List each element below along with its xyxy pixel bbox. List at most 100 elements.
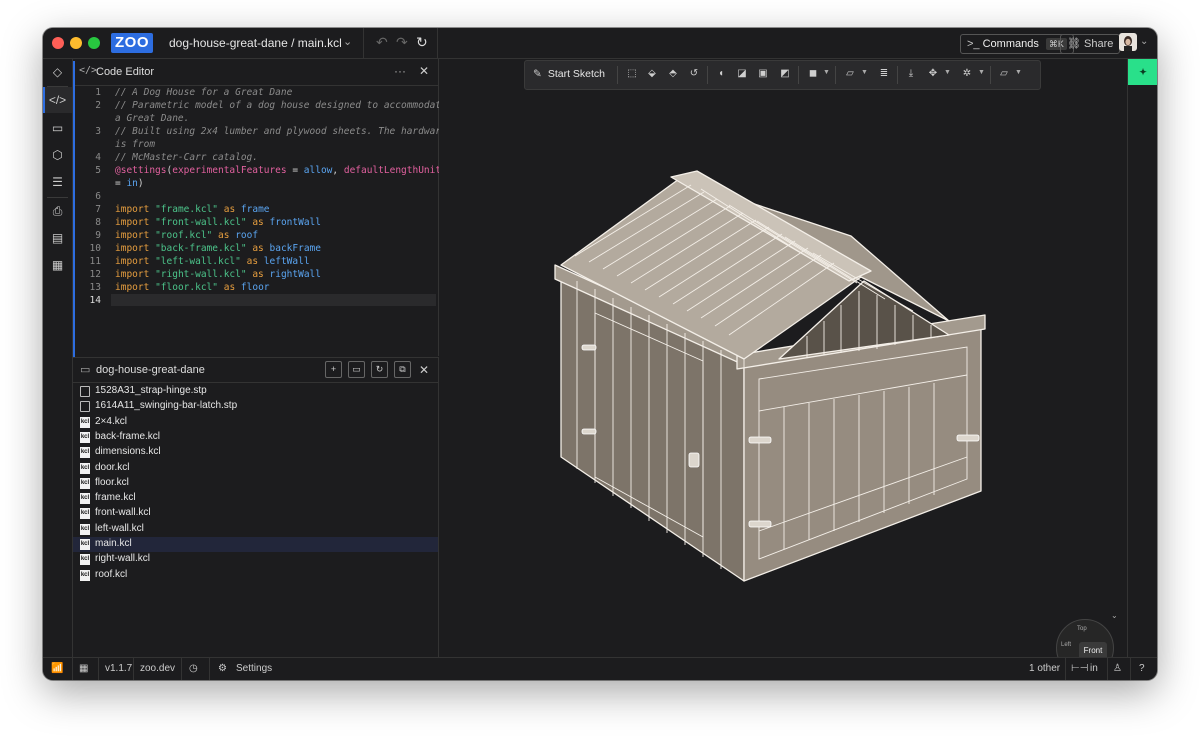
avatar[interactable]	[1119, 33, 1137, 51]
code-text: = in)	[115, 178, 435, 190]
refresh-icon[interactable]: ↻	[371, 361, 388, 378]
divider	[1107, 658, 1108, 680]
text-to-cad-icon[interactable]: ✦	[1128, 59, 1157, 85]
identifier-token: floor	[240, 282, 270, 293]
zoo-dev-link[interactable]: zoo.dev	[140, 663, 175, 674]
help-button[interactable]: ?	[1139, 663, 1145, 674]
copy-icon[interactable]: ⧉	[394, 361, 411, 378]
maximize-window-button[interactable]	[88, 37, 100, 49]
file-item[interactable]: kcl 2×4.kcl	[73, 415, 438, 430]
identifier-token: frame	[240, 204, 270, 215]
chevron-down-icon[interactable]: ⌄	[1111, 611, 1118, 620]
settings-button[interactable]: Settings	[236, 663, 272, 674]
chevron-down-icon[interactable]: ⌄	[1140, 36, 1148, 47]
project-file-title[interactable]: dog-house-great-dane / main.kcl	[169, 36, 342, 50]
kcl-file-icon: kcl	[80, 523, 90, 535]
string-token: "left-wall.kcl"	[155, 256, 241, 267]
3d-viewport[interactable]: ✎ Start Sketch ⬚ ⬙ ⬘ ↺ ◖ ◪ ▣ ◩ ◼ ▼ ▱ ▼ ≣ …	[439, 59, 1126, 677]
panel-icon[interactable]: ▦	[43, 252, 72, 278]
folder-icon[interactable]: ▭	[43, 115, 72, 141]
file-item[interactable]: kcl floor.kcl	[73, 476, 438, 491]
file-name: floor.kcl	[95, 476, 129, 488]
keyword-token: import	[115, 282, 150, 293]
file-item[interactable]: kcl dimensions.kcl	[73, 445, 438, 460]
line-number: 14	[89, 295, 101, 306]
user-icon[interactable]: ♙	[1113, 663, 1122, 674]
refresh-icon[interactable]: ↻	[416, 34, 428, 51]
new-file-icon[interactable]: +	[325, 361, 342, 378]
ruler-icon: ⊢⊣	[1071, 663, 1089, 674]
kcl-file-icon: kcl	[80, 539, 90, 550]
document-icon[interactable]: ▤	[43, 225, 72, 251]
punct-token: )	[137, 178, 144, 189]
commands-button[interactable]: >_ Commands ⌘K	[960, 34, 1074, 54]
line-number: 11	[89, 256, 101, 267]
units-label[interactable]: in	[1090, 663, 1098, 674]
divider	[437, 28, 438, 58]
code-editor-icon[interactable]: </>	[43, 87, 72, 113]
close-icon[interactable]: ✕	[419, 363, 429, 377]
identifier-token: leftWall	[263, 256, 310, 267]
divider	[133, 658, 134, 680]
file-tree-panel: ▭ dog-house-great-dane + ▭ ↻ ⧉ ✕ 1528A31…	[73, 357, 439, 658]
chevron-down-icon[interactable]: ⌄	[343, 35, 352, 48]
kcl-file-icon: kcl	[80, 477, 90, 489]
string-token: "roof.kcl"	[155, 230, 213, 241]
close-icon[interactable]: ✕	[419, 64, 429, 78]
minimize-window-button[interactable]	[70, 37, 82, 49]
other-users-label[interactable]: 1 other	[1029, 663, 1060, 674]
code-text: a Great Dane.	[115, 113, 190, 124]
code-editor-panel: </> Code Editor ··· ✕ 1 // A Dog House f…	[73, 59, 447, 361]
gizmo-left-label[interactable]: Left	[1061, 642, 1071, 648]
code-editor-header: </> Code Editor ··· ✕	[73, 59, 438, 86]
file-item[interactable]: 1528A31_strap-hinge.stp	[73, 384, 438, 399]
redo-icon[interactable]: ↷	[396, 34, 408, 51]
keyword-token: import	[115, 204, 150, 215]
keyword-token: import	[115, 230, 150, 241]
panel-toggle-icon[interactable]: ▦	[79, 663, 88, 674]
file-item[interactable]: kcl right-wall.kcl	[73, 552, 438, 567]
code-text: // A Dog House for a Great Dane	[115, 87, 293, 98]
divider	[181, 658, 182, 680]
clock-icon[interactable]: ◷	[189, 663, 198, 674]
file-item[interactable]: kcl front-wall.kcl	[73, 506, 438, 521]
folder-icon: ▭	[80, 364, 91, 376]
code-text: // Parametric model of a dog house desig…	[115, 100, 447, 111]
line-number: 5	[95, 165, 101, 176]
divider	[1065, 658, 1066, 680]
file-name: main.kcl	[95, 538, 132, 549]
keyword-token: import	[115, 256, 150, 267]
file-item[interactable]: 1614A11_swinging-bar-latch.stp	[73, 399, 438, 414]
file-item[interactable]: kcl roof.kcl	[73, 568, 438, 583]
dog-house-model[interactable]	[439, 59, 1126, 657]
new-folder-icon[interactable]: ▭	[348, 361, 365, 378]
file-item[interactable]: kcl frame.kcl	[73, 491, 438, 506]
kcl-file-icon: kcl	[80, 554, 90, 566]
network-status-icon[interactable]: 📶	[51, 663, 63, 674]
hexagon-icon[interactable]: ⬡	[43, 142, 72, 168]
file-item[interactable]: kcl back-frame.kcl	[73, 430, 438, 445]
more-options-icon[interactable]: ···	[394, 64, 406, 78]
code-text: import "roof.kcl" as roof	[115, 230, 435, 242]
code-text: @settings(experimentalFeatures = allow, …	[115, 165, 441, 177]
share-button[interactable]: ⛓ Share	[1060, 34, 1121, 54]
layers-icon[interactable]: ◇	[43, 59, 72, 85]
code-text: import "left-wall.kcl" as leftWall	[115, 256, 435, 268]
file-item[interactable]: kcl left-wall.kcl	[73, 522, 438, 537]
file-name: 2×4.kcl	[95, 415, 127, 427]
file-item[interactable]: kcl door.kcl	[73, 461, 438, 476]
list-icon[interactable]: ☰	[43, 169, 72, 195]
zoo-logo[interactable]: ZOO	[111, 33, 153, 53]
export-file-icon[interactable]: ⎙	[43, 198, 72, 224]
undo-icon[interactable]: ↶	[376, 34, 388, 51]
kcl-file-icon: kcl	[80, 447, 90, 459]
close-window-button[interactable]	[52, 37, 64, 49]
version-label[interactable]: v1.1.7	[105, 663, 132, 674]
link-icon: ⛓	[1067, 38, 1081, 50]
identifier-token: rightWall	[269, 269, 321, 280]
string-token: "right-wall.kcl"	[155, 269, 247, 280]
kcl-file-icon: kcl	[80, 462, 90, 474]
gizmo-top-label[interactable]: Top	[1077, 626, 1087, 632]
file-item[interactable]: kcl main.kcl	[73, 537, 438, 552]
file-icon	[80, 386, 90, 397]
